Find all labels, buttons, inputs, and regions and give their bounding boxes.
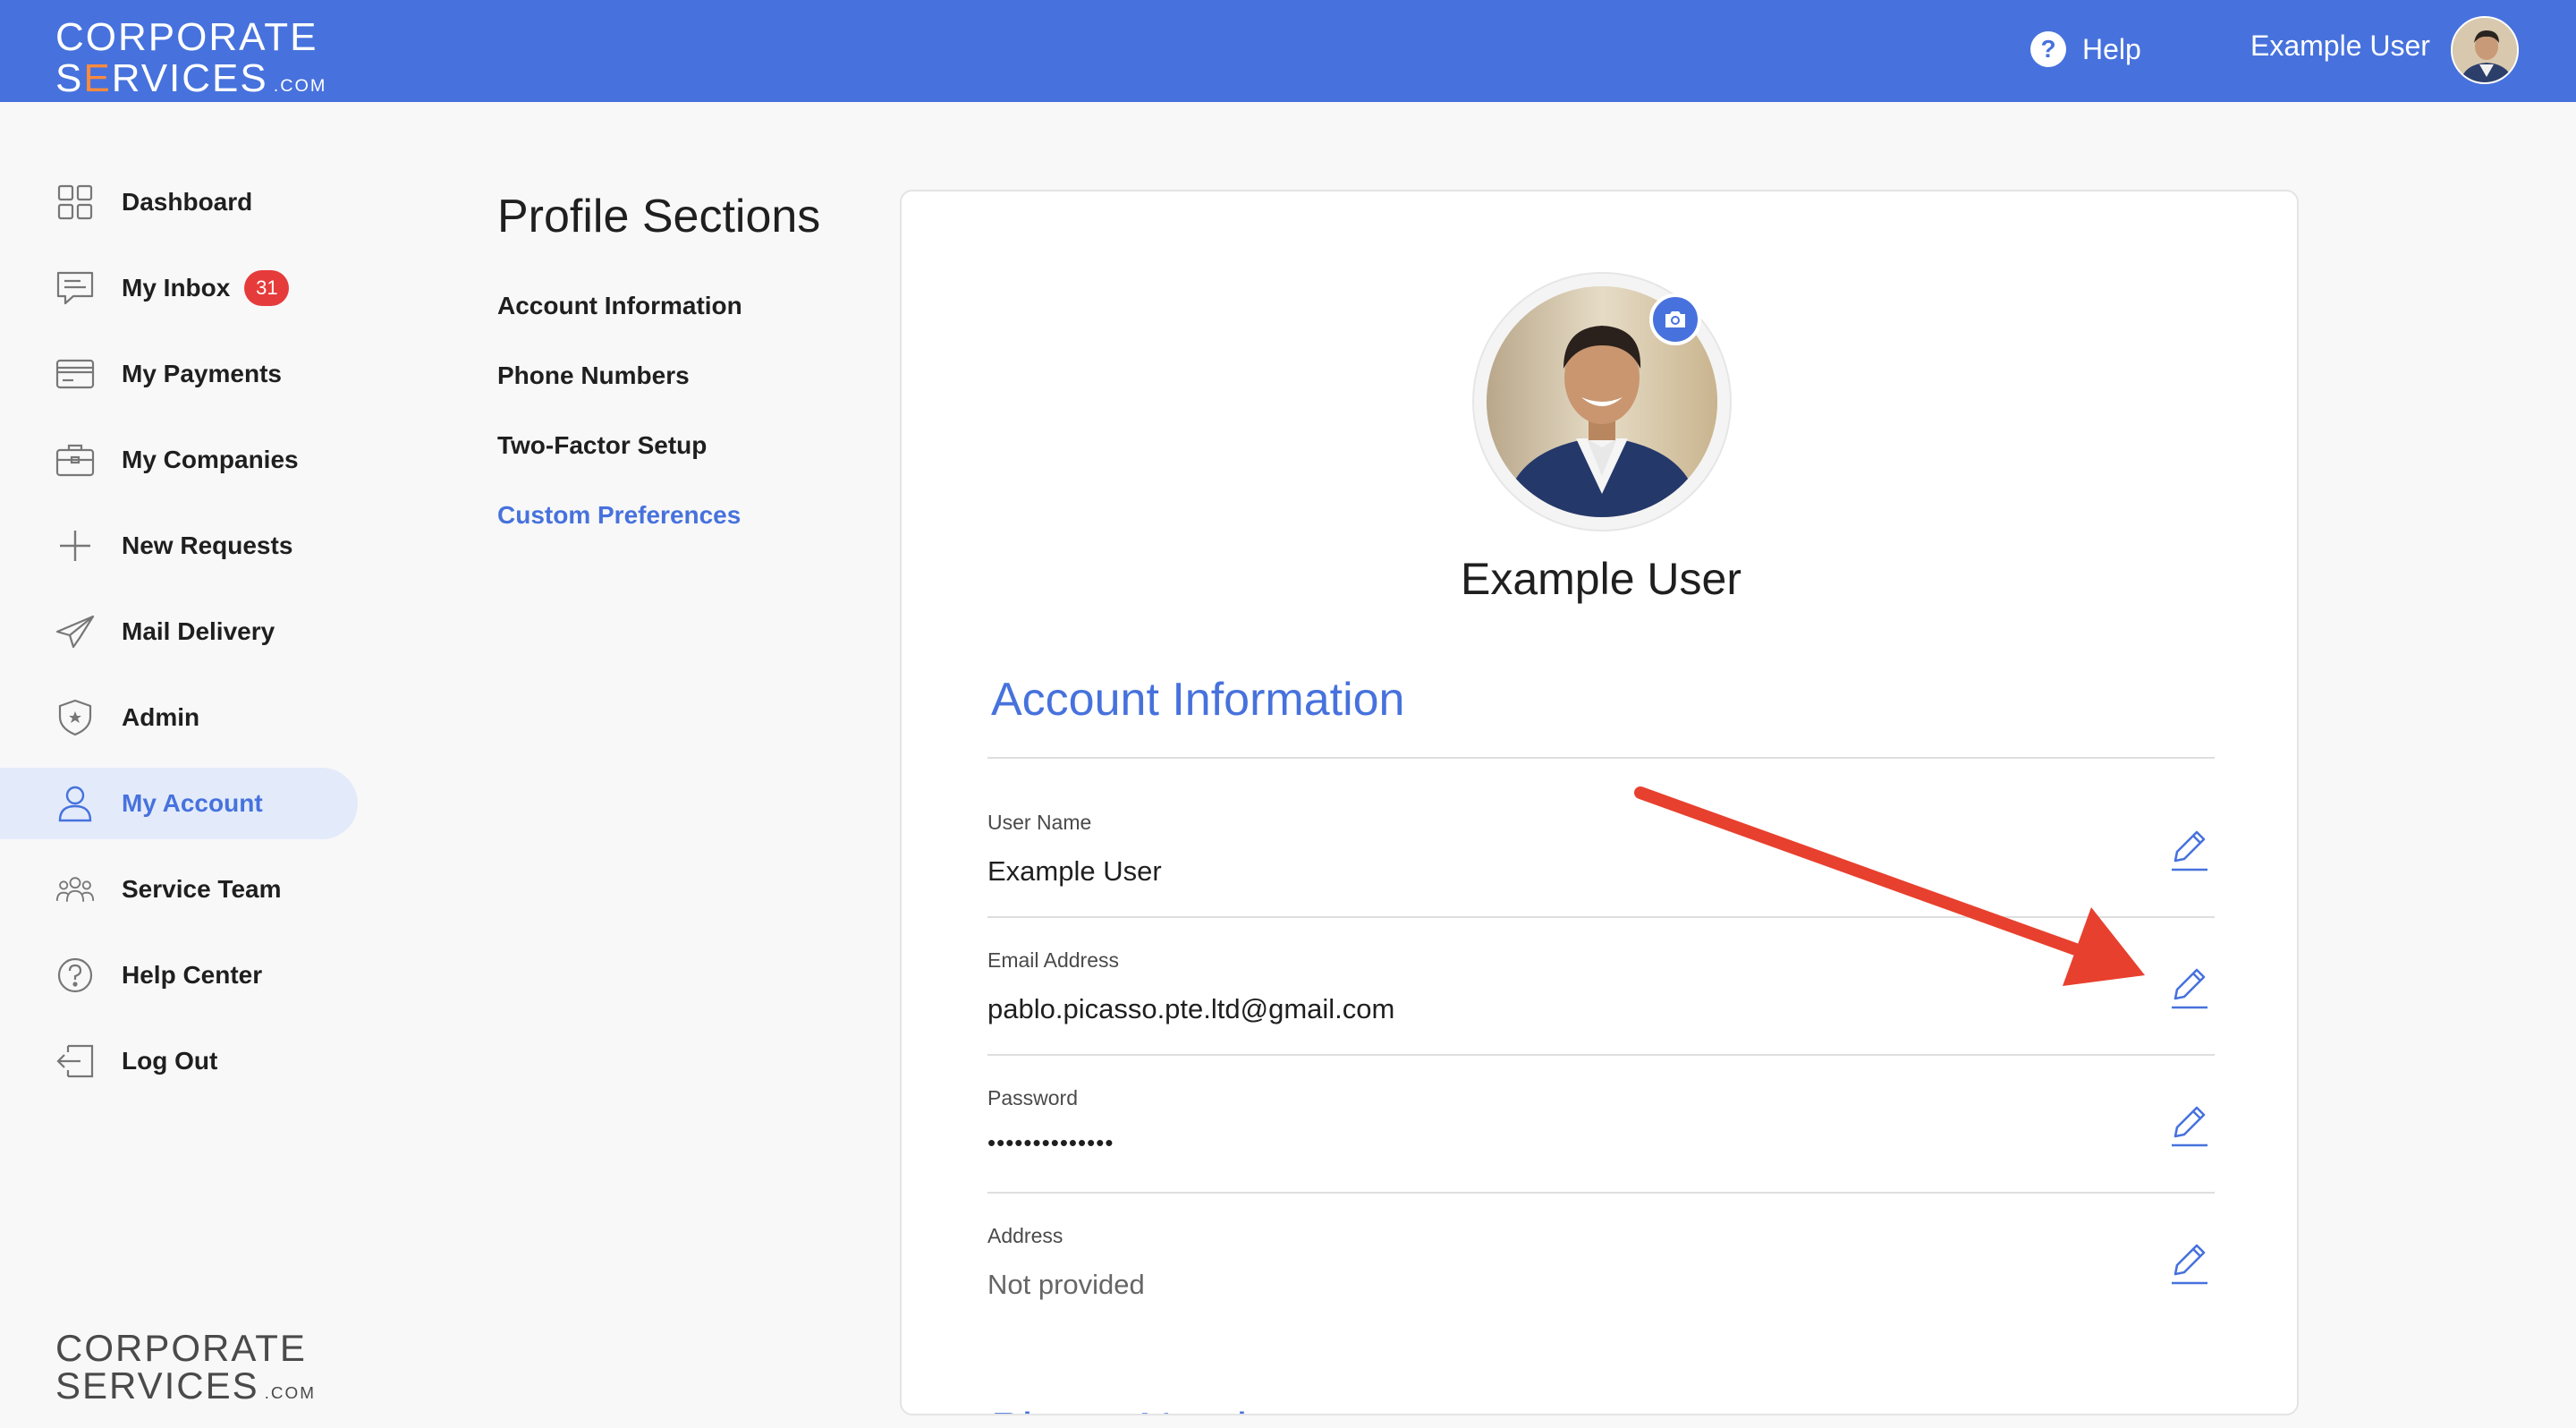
sidebar-item-label: New Requests [122, 531, 293, 559]
team-icon [55, 870, 95, 909]
sidebar-item-my-payments[interactable]: My Payments [0, 338, 358, 410]
briefcase-icon [55, 440, 95, 480]
sidebar-item-label: My Inbox [122, 274, 231, 302]
profile-user-name: Example User [1461, 554, 1741, 604]
section-link-phone-numbers[interactable]: Phone Numbers [497, 361, 690, 390]
help-label: Help [2082, 32, 2141, 65]
logo-e-accent: E [83, 56, 112, 100]
username-value: Example User [987, 855, 1162, 887]
sidebar-item-my-companies[interactable]: My Companies [0, 424, 358, 496]
sidebar-item-label: Mail Delivery [122, 617, 275, 645]
address-value: Not provided [987, 1269, 1145, 1300]
divider [987, 1054, 2215, 1056]
divider [987, 1192, 2215, 1194]
logo-line1: CORPORATE [55, 15, 318, 59]
sidebar-item-label: My Payments [122, 360, 282, 387]
section-link-account-information[interactable]: Account Information [497, 292, 742, 320]
sidebar-item-mail-delivery[interactable]: Mail Delivery [0, 596, 358, 667]
edit-address-button[interactable] [2168, 1238, 2211, 1288]
pencil-icon [2172, 1244, 2207, 1285]
avatar-photo-icon [2453, 18, 2517, 82]
phone-numbers-title: Phone Numbers [991, 1403, 1327, 1414]
card-icon [55, 354, 95, 394]
email-value: pablo.picasso.pte.ltd@gmail.com [987, 993, 1395, 1024]
sidebar-item-label: Log Out [122, 1047, 218, 1075]
footer-logo-dotcom: .COM [264, 1384, 316, 1403]
footer-logo-line1: CORPORATE [55, 1327, 307, 1369]
sidebar-item-label: Admin [122, 703, 200, 731]
sidebar-item-label: Service Team [122, 875, 282, 903]
divider [987, 757, 2215, 759]
sidebar-item-log-out[interactable]: Log Out [0, 1025, 358, 1097]
edit-password-button[interactable] [2168, 1101, 2211, 1151]
sidebar-item-label: My Companies [122, 446, 299, 473]
logo-line2: SERVICES .COM [55, 59, 326, 98]
sidebar-item-help-center[interactable]: Help Center [0, 939, 358, 1011]
sidebar-item-new-requests[interactable]: New Requests [0, 510, 358, 582]
top-header: CORPORATE SERVICES .COM ? Help Example Us… [0, 0, 2576, 102]
logout-icon [55, 1041, 95, 1081]
account-card: Example User Account Information User Na… [900, 190, 2299, 1415]
grid-icon [55, 183, 95, 222]
section-link-two-factor-setup[interactable]: Two-Factor Setup [497, 431, 707, 460]
sidebar-item-my-account[interactable]: My Account [0, 768, 358, 839]
help-icon: ? [2030, 31, 2066, 67]
password-value: •••••••••••••• [987, 1129, 1114, 1156]
shield-icon [55, 698, 95, 737]
edit-username-button[interactable] [2168, 825, 2211, 875]
header-user-name[interactable]: Example User [2250, 30, 2430, 63]
profile-sections-title: Profile Sections [497, 191, 821, 242]
edit-email-button[interactable] [2168, 963, 2211, 1013]
password-label: Password [987, 1086, 1078, 1109]
pencil-icon [2172, 968, 2207, 1009]
pencil-icon [2172, 1106, 2207, 1147]
account-information-title: Account Information [991, 674, 1405, 726]
sidebar-item-label: Help Center [122, 961, 263, 989]
footer-logo: CORPORATE SERVICES .COM [55, 1330, 316, 1405]
email-label: Email Address [987, 948, 1120, 972]
header-logo[interactable]: CORPORATE SERVICES .COM [55, 18, 326, 98]
sidebar-item-my-inbox[interactable]: My Inbox 31 [0, 252, 358, 324]
divider [987, 916, 2215, 918]
sidebar-item-admin[interactable]: Admin [0, 682, 358, 753]
question-icon [55, 956, 95, 995]
plus-icon [55, 526, 95, 565]
sidebar-item-dashboard[interactable]: Dashboard [0, 166, 358, 238]
logo-s: S [55, 56, 84, 100]
inbox-count-badge: 31 [244, 270, 290, 306]
pencil-icon [2172, 830, 2207, 871]
change-photo-button[interactable] [1649, 293, 1701, 345]
paper-plane-icon [55, 612, 95, 651]
sidebar-item-label: Dashboard [122, 188, 253, 216]
help-button[interactable]: ? Help [2030, 27, 2141, 72]
username-label: User Name [987, 811, 1092, 834]
section-link-custom-preferences[interactable]: Custom Preferences [497, 501, 741, 530]
footer-logo-services: SERVICES [55, 1364, 259, 1407]
address-label: Address [987, 1224, 1063, 1247]
sidebar-item-label: My Account [122, 789, 263, 817]
logo-dotcom: .COM [273, 76, 327, 96]
user-icon [55, 784, 95, 823]
sidebar-item-service-team[interactable]: Service Team [0, 854, 358, 925]
footer-logo-line2: SERVICES .COM [55, 1367, 316, 1405]
chat-icon [55, 268, 95, 308]
header-avatar[interactable] [2451, 16, 2519, 84]
logo-rest: RVICES [111, 56, 268, 100]
camera-icon [1665, 311, 1685, 327]
